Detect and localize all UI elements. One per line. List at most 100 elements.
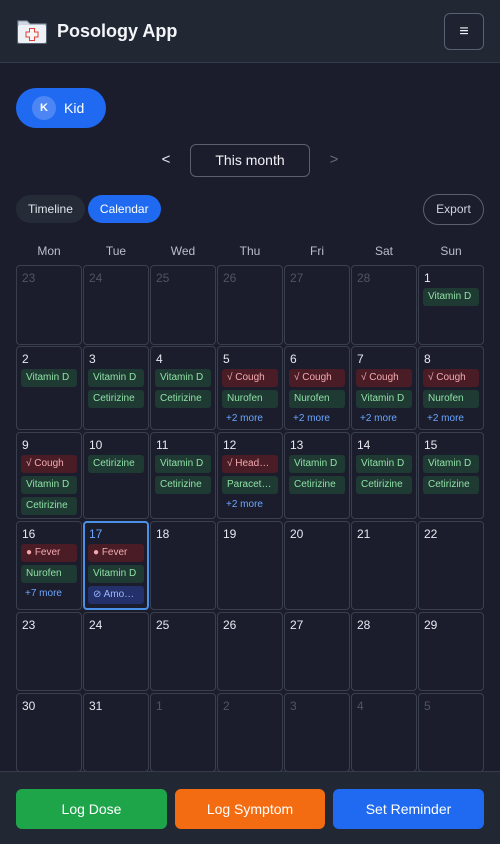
symptom-event[interactable]: √ Cough xyxy=(21,455,77,473)
calendar-day[interactable]: 26 xyxy=(217,612,283,691)
medication-event[interactable]: Vitamin D xyxy=(21,476,77,494)
day-events: √ Cough Nurofen +2 more xyxy=(423,369,479,427)
calendar-day[interactable]: 28 xyxy=(351,265,417,345)
more-events-link[interactable]: +2 more xyxy=(356,411,412,427)
calendar-day[interactable]: 9 √ Cough Vitamin D Cetirizine xyxy=(16,432,82,519)
day-number: 3 xyxy=(290,699,297,713)
medication-event[interactable]: Paracetamol xyxy=(222,476,278,494)
day-number: 12 xyxy=(223,438,237,452)
log-symptom-button[interactable]: Log Symptom xyxy=(175,789,325,829)
calendar-day[interactable]: 5 √ Cough Nurofen +2 more xyxy=(217,346,283,430)
day-number: 2 xyxy=(223,699,230,713)
medication-event[interactable]: Vitamin D xyxy=(423,288,479,306)
calendar-day[interactable]: 5 xyxy=(418,693,484,772)
calendar-day[interactable]: 6 √ Cough Nurofen +2 more xyxy=(284,346,350,430)
medication-event[interactable]: Nurofen xyxy=(21,565,77,583)
symptom-event[interactable]: ● Fever xyxy=(21,544,77,562)
medication-event[interactable]: Cetirizine xyxy=(423,476,479,494)
calendar-day[interactable]: 8 √ Cough Nurofen +2 more xyxy=(418,346,484,430)
calendar-day[interactable]: 12 √ Headache Paracetamol +2 more xyxy=(217,432,283,519)
medication-event[interactable]: Cetirizine xyxy=(289,476,345,494)
medication-event[interactable]: Nurofen xyxy=(289,390,345,408)
calendar-day[interactable]: 2 xyxy=(217,693,283,772)
set-reminder-button[interactable]: Set Reminder xyxy=(333,789,484,829)
medication-event[interactable]: Vitamin D xyxy=(155,455,211,473)
next-month-button[interactable]: > xyxy=(324,150,344,170)
calendar-day[interactable]: 4 Vitamin D Cetirizine xyxy=(150,346,216,430)
prev-month-button[interactable]: < xyxy=(156,150,176,170)
medication-event[interactable]: Vitamin D xyxy=(289,455,345,473)
calendar-day[interactable]: 4 xyxy=(351,693,417,772)
symptom-event[interactable]: √ Headache xyxy=(222,455,278,473)
calendar-day[interactable]: 22 xyxy=(418,521,484,610)
calendar-day[interactable]: 7 √ Cough Vitamin D +2 more xyxy=(351,346,417,430)
calendar-day[interactable]: 24 xyxy=(83,612,149,691)
calendar-day-today[interactable]: 17 ● Fever Vitamin D ⊘ Amoxicillin xyxy=(83,521,149,610)
medication-event[interactable]: Vitamin D xyxy=(155,369,211,387)
medication-event[interactable]: Vitamin D xyxy=(423,455,479,473)
symptom-event[interactable]: √ Cough xyxy=(423,369,479,387)
calendar-day[interactable]: 11 Vitamin D Cetirizine xyxy=(150,432,216,519)
calendar-day[interactable]: 3 xyxy=(284,693,350,772)
medication-event[interactable]: Vitamin D xyxy=(21,369,77,387)
medication-event[interactable]: Cetirizine xyxy=(88,455,144,473)
calendar-day[interactable]: 19 xyxy=(217,521,283,610)
calendar-day[interactable]: 18 xyxy=(150,521,216,610)
calendar-day[interactable]: 24 xyxy=(83,265,149,345)
medication-event[interactable]: Cetirizine xyxy=(155,390,211,408)
calendar-day[interactable]: 21 xyxy=(351,521,417,610)
calendar-day[interactable]: 10 Cetirizine xyxy=(83,432,149,519)
calendar-day[interactable]: 30 xyxy=(16,693,82,772)
day-number: 26 xyxy=(223,618,237,632)
tab-calendar[interactable]: Calendar xyxy=(87,195,161,223)
more-events-link[interactable]: +2 more xyxy=(423,411,479,427)
tab-timeline[interactable]: Timeline xyxy=(16,195,85,223)
calendar-day[interactable]: 1 Vitamin D xyxy=(418,265,484,345)
calendar-day[interactable]: 1 xyxy=(150,693,216,772)
calendar-day[interactable]: 2 Vitamin D xyxy=(16,346,82,430)
calendar-day[interactable]: 31 xyxy=(83,693,149,772)
calendar-day[interactable]: 20 xyxy=(284,521,350,610)
profile-selector[interactable]: K Kid xyxy=(16,88,107,128)
medication-event[interactable]: Vitamin D xyxy=(88,369,144,387)
calendar-day[interactable]: 16 ● Fever Nurofen +7 more xyxy=(16,521,82,610)
calendar-day[interactable]: 14 Vitamin D Cetirizine xyxy=(351,432,417,519)
menu-button[interactable]: ≡ xyxy=(444,13,484,50)
more-events-link[interactable]: +2 more xyxy=(289,411,345,427)
calendar-day[interactable]: 15 Vitamin D Cetirizine xyxy=(418,432,484,519)
calendar-day[interactable]: 29 xyxy=(418,612,484,691)
day-number: 19 xyxy=(223,527,237,541)
more-events-link[interactable]: +2 more xyxy=(222,497,278,513)
calendar-day[interactable]: 25 xyxy=(150,612,216,691)
export-button[interactable]: Export xyxy=(423,194,484,225)
medication-event[interactable]: Cetirizine xyxy=(155,476,211,494)
log-dose-button[interactable]: Log Dose xyxy=(16,789,167,829)
symptom-event[interactable]: ● Fever xyxy=(88,544,144,562)
month-selector[interactable]: This month xyxy=(190,144,310,177)
medication-event[interactable]: Vitamin D xyxy=(356,455,412,473)
medication-event[interactable]: Cetirizine xyxy=(88,390,144,408)
calendar-day[interactable]: 25 xyxy=(150,265,216,345)
medication-event[interactable]: Vitamin D xyxy=(356,390,412,408)
calendar-day[interactable]: 23 xyxy=(16,612,82,691)
more-events-link[interactable]: +7 more xyxy=(21,586,77,602)
symptom-event[interactable]: √ Cough xyxy=(289,369,345,387)
medication-event[interactable]: Cetirizine xyxy=(21,497,77,515)
calendar-day[interactable]: 3 Vitamin D Cetirizine xyxy=(83,346,149,430)
medication-event[interactable]: Nurofen xyxy=(222,390,278,408)
more-events-link[interactable]: +2 more xyxy=(222,411,278,427)
calendar-day[interactable]: 27 xyxy=(284,612,350,691)
calendar-day[interactable]: 27 xyxy=(284,265,350,345)
calendar-day[interactable]: 28 xyxy=(351,612,417,691)
day-number: 10 xyxy=(89,438,103,452)
reminder-event[interactable]: ⊘ Amoxicillin xyxy=(88,586,144,604)
calendar-day[interactable]: 23 xyxy=(16,265,82,345)
symptom-event[interactable]: √ Cough xyxy=(356,369,412,387)
symptom-event[interactable]: √ Cough xyxy=(222,369,278,387)
medication-event[interactable]: Nurofen xyxy=(423,390,479,408)
medication-event[interactable]: Vitamin D xyxy=(88,565,144,583)
day-events: Cetirizine xyxy=(88,455,144,476)
calendar-day[interactable]: 26 xyxy=(217,265,283,345)
calendar-day[interactable]: 13 Vitamin D Cetirizine xyxy=(284,432,350,519)
medication-event[interactable]: Cetirizine xyxy=(356,476,412,494)
